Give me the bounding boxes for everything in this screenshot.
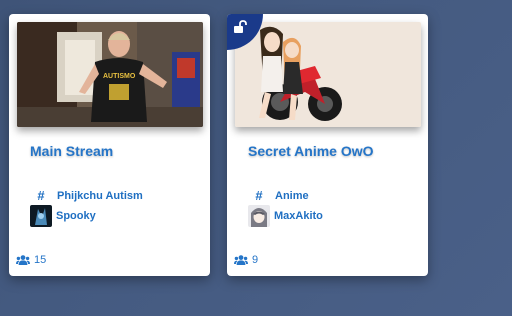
viewer-count: 15 (16, 254, 46, 266)
stream-tag[interactable]: # Anime (251, 188, 309, 203)
users-icon (234, 255, 248, 265)
stream-thumbnail[interactable] (235, 22, 421, 127)
stream-tag[interactable]: # Phijkchu Autism (33, 188, 143, 203)
unlock-icon (234, 20, 247, 33)
stream-user-name: Spooky (56, 210, 96, 222)
stream-user[interactable]: MaxAkito (248, 205, 323, 227)
users-icon (16, 255, 30, 265)
stream-title[interactable]: Main Stream (30, 143, 113, 159)
viewer-count-value: 15 (34, 254, 47, 266)
svg-text:AUTISMO: AUTISMO (103, 73, 136, 80)
stream-card-main[interactable]: AUTISMO Main Stream # Phijkchu Autism Sp… (9, 14, 210, 276)
stream-user-name: MaxAkito (274, 210, 323, 222)
avatar (248, 205, 270, 227)
stream-tag-label: Anime (275, 189, 309, 202)
viewer-count-value: 9 (252, 254, 259, 266)
hashtag-icon: # (37, 188, 45, 203)
stream-thumbnail[interactable]: AUTISMO (17, 22, 203, 127)
stream-title[interactable]: Secret Anime OwO (248, 143, 374, 159)
stream-user[interactable]: Spooky (30, 205, 96, 227)
avatar (30, 205, 52, 227)
viewer-count: 9 (234, 254, 258, 266)
stream-card-secret[interactable]: Secret Anime OwO # Anime MaxAkito 9 (227, 14, 428, 276)
hashtag-icon: # (255, 188, 263, 203)
stream-tag-label: Phijkchu Autism (57, 189, 143, 202)
